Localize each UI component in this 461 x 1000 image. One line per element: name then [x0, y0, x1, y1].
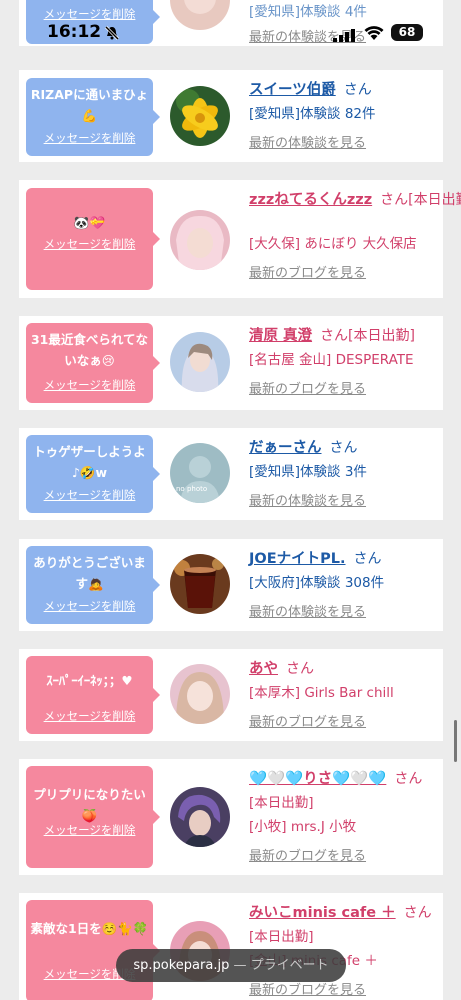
private-mode-label: プライベート [250, 958, 329, 973]
delete-message-link[interactable]: メッセージを削除 [26, 822, 153, 838]
honorific: さん [286, 661, 314, 677]
user-name-link[interactable]: JOEナイトPL. [249, 551, 346, 567]
avatar[interactable] [170, 554, 230, 614]
latest-link[interactable]: 最新のブログを見る [249, 262, 437, 281]
latest-link[interactable]: 最新の体験談を見る [249, 132, 437, 151]
scrollbar[interactable] [454, 720, 457, 762]
avatar[interactable]: no photo [170, 443, 230, 503]
avatar[interactable] [170, 332, 230, 392]
message-bubble: RIZAPに通いまひょ💪 メッセージを削除 [26, 78, 160, 156]
message-bubble: 31最近食べられてないなぁ😢 メッセージを削除 [26, 323, 160, 403]
honorific: さん[本日出勤] [320, 328, 415, 344]
message-card: 🐼💝 メッセージを削除 zzzねてるくんzzz さん[本日出勤] [大久保] あに… [19, 180, 461, 298]
avatar[interactable] [170, 664, 230, 724]
url-domain: sp.pokepara.jp [133, 958, 230, 973]
honorific: さん [394, 771, 423, 787]
honorific: さん [343, 82, 372, 98]
message-bubble: トゥゲザーしようよ♪🤣w メッセージを削除 [26, 435, 160, 513]
latest-link[interactable]: 最新のブログを見る [249, 711, 437, 730]
no-photo-label: no photo [176, 485, 207, 493]
avatar[interactable] [170, 210, 230, 270]
message-text: 🐼💝 [73, 215, 106, 230]
honorific: さん [403, 905, 432, 921]
status-bar: 16:12 68 [0, 0, 461, 46]
message-card: RIZAPに通いまひょ💪 メッセージを削除 スイーツ伯爵 さん [愛知県]体験談 … [19, 70, 443, 162]
user-info: [大阪府]体験談 308件 [249, 575, 385, 591]
battery-indicator: 68 [391, 24, 423, 41]
delete-message-link[interactable]: メッセージを削除 [26, 377, 153, 393]
delete-message-link[interactable]: メッセージを削除 [26, 130, 153, 146]
delete-message-link[interactable]: メッセージを削除 [26, 708, 153, 724]
user-info-detail: [小牧] mrs.J 小牧 [249, 819, 357, 835]
message-bubble: プリプリになりたい🍑 メッセージを削除 [26, 766, 160, 868]
message-card: プリプリになりたい🍑 メッセージを削除 🩵🤍🩵りさ🩵🤍🩵 さん [本日出勤] [小… [19, 759, 443, 875]
honorific: さん [329, 440, 358, 456]
user-name-link[interactable]: 🩵🤍🩵りさ🩵🤍🩵 [249, 771, 386, 787]
url-separator: — [229, 958, 251, 973]
user-info: [名古屋 金山] DESPERATE [249, 352, 414, 368]
latest-link[interactable]: 最新の体験談を見る [249, 601, 437, 620]
honorific: さん[本日出勤] [380, 192, 461, 208]
status-time: 16:12 [47, 22, 102, 42]
delete-message-link[interactable]: メッセージを削除 [26, 487, 153, 503]
user-name-link[interactable]: みいこminis cafe ＋ [249, 905, 396, 921]
user-name-link[interactable]: スイーツ伯爵 [249, 82, 336, 98]
latest-link[interactable]: 最新のブログを見る [249, 378, 437, 397]
message-card: 31最近食べられてないなぁ😢 メッセージを削除 清原 真澄 さん[本日出勤] [名… [19, 316, 443, 410]
user-info: [大久保] あにぼり 大久保店 [249, 236, 417, 252]
message-text: プリプリになりたい🍑 [33, 787, 146, 823]
bell-off-icon [104, 25, 120, 45]
message-card: ありがとうございます🙇 メッセージを削除 JOEナイトPL. さん [大阪府]体験… [19, 539, 443, 631]
user-name-link[interactable]: だぁーさん [249, 440, 322, 456]
message-card: ｽｰﾊﾟｰｲｰﾈｯ；；♥ メッセージを削除 あや さん [本厚木] Girls B… [19, 649, 443, 741]
message-text: RIZAPに通いまひょ💪 [30, 87, 149, 123]
message-card: トゥゲザーしようよ♪🤣w メッセージを削除 no photo だぁーさん さん [… [19, 428, 443, 520]
message-text: トゥゲザーしようよ♪🤣w [33, 444, 146, 480]
wifi-icon [364, 25, 384, 44]
user-info: [本日出勤] [249, 929, 314, 945]
message-text: ありがとうございます🙇 [33, 555, 146, 591]
avatar[interactable] [170, 86, 230, 146]
avatar[interactable] [170, 787, 230, 847]
user-name-link[interactable]: zzzねてるくんzzz [249, 192, 372, 208]
user-info: [本厚木] Girls Bar chill [249, 685, 394, 701]
user-info: [愛知県]体験談 82件 [249, 106, 376, 122]
message-bubble: ｽｰﾊﾟｰｲｰﾈｯ；；♥ メッセージを削除 [26, 656, 160, 734]
latest-link[interactable]: 最新のブログを見る [249, 845, 437, 864]
message-text: 31最近食べられてないなぁ😢 [30, 332, 149, 368]
delete-message-link[interactable]: メッセージを削除 [26, 598, 153, 614]
honorific: さん [353, 551, 382, 567]
address-bar[interactable]: sp.pokepara.jp — プライベート [116, 949, 346, 982]
cellular-signal-icon [333, 27, 355, 46]
user-info: [愛知県]体験談 3件 [249, 464, 367, 480]
message-bubble: 🐼💝 メッセージを削除 [26, 188, 160, 290]
user-name-link[interactable]: 清原 真澄 [249, 328, 312, 344]
message-bubble: ありがとうございます🙇 メッセージを削除 [26, 546, 160, 624]
user-info: [本日出勤] [249, 795, 314, 811]
message-text: 素敵な1日を☺️🐈🍀 [30, 921, 149, 936]
user-name-link[interactable]: あや [249, 661, 278, 677]
message-text: ｽｰﾊﾟｰｲｰﾈｯ；；♥ [46, 673, 133, 688]
latest-link[interactable]: 最新の体験談を見る [249, 490, 437, 509]
delete-message-link[interactable]: メッセージを削除 [26, 236, 153, 252]
message-card: 素敵な1日を☺️🐈🍀 メッセージを削除 みいこminis cafe ＋さん [本… [19, 893, 443, 1000]
